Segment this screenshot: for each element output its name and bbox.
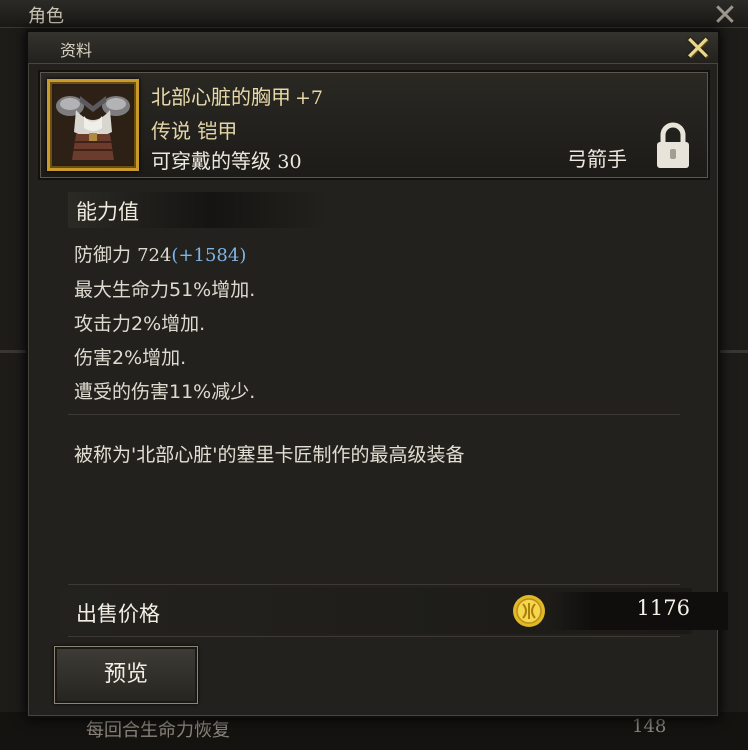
lock-icon [657, 122, 689, 168]
item-name: 北部心脏的胸甲 +7 [151, 81, 323, 110]
item-description: 被称为'北部心脏'的塞里卡匠制作的最高级装备 [74, 444, 465, 466]
defense-bonus: (+1584) [171, 245, 247, 266]
sell-divider-top [68, 584, 680, 585]
hp-regen-label: 每回合生命力恢复 [86, 720, 230, 741]
required-level-value: 30 [277, 151, 302, 173]
item-header: 北部心脏的胸甲 +7 传说 铠甲 可穿戴的等级 30 弓箭手 [40, 72, 708, 178]
chest-armor-icon [47, 79, 139, 171]
sell-price-value: 1176 [636, 596, 690, 620]
right-divider [718, 350, 748, 353]
stat-line: 遭受的伤害11%减少. [74, 381, 256, 403]
defense-label: 防御力 [74, 244, 132, 266]
close-icon[interactable]: ✕ [680, 32, 716, 66]
character-window-titlebar [0, 0, 748, 28]
panel-titlebar [28, 32, 718, 64]
stat-defense: 防御力 724(+1584) [74, 238, 255, 273]
item-enhance-level: +7 [295, 87, 324, 109]
stats-list: 防御力 724(+1584) 最大生命力51%增加. 攻击力2%增加. 伤害2%… [74, 238, 255, 409]
sell-price-row: 出售价格 1176 [60, 588, 728, 634]
sell-divider-bottom [68, 636, 680, 637]
stat-line: 攻击力2%增加. [74, 313, 206, 335]
stats-heading: 能力值 [68, 192, 328, 228]
item-required-level: 可穿戴的等级 30 [151, 145, 302, 174]
stats-heading-text: 能力值 [76, 200, 139, 224]
item-name-text: 北部心脏的胸甲 [151, 85, 291, 109]
defense-value: 724 [137, 245, 172, 266]
preview-button[interactable]: 预览 [54, 646, 198, 704]
stat-line: 伤害2%增加. [74, 347, 187, 369]
gold-coin-icon [513, 595, 545, 627]
item-info-panel: 资料 ✕ 北部心脏的胸甲 +7 传说 铠甲 可穿戴的等级 30 弓箭手 能力值 … [26, 30, 728, 718]
panel-title: 资料 [60, 41, 93, 60]
character-window-title: 角色 [28, 6, 64, 27]
sell-price-label: 出售价格 [76, 602, 160, 626]
item-grade: 传说 铠甲 [151, 119, 238, 143]
stats-divider [68, 414, 680, 415]
hp-regen-value: 148 [632, 716, 667, 737]
character-window-close-icon[interactable]: ✕ [708, 1, 742, 32]
required-level-label: 可穿戴的等级 [151, 149, 271, 173]
item-class: 弓箭手 [567, 147, 627, 171]
stat-line: 最大生命力51%增加. [74, 279, 256, 301]
